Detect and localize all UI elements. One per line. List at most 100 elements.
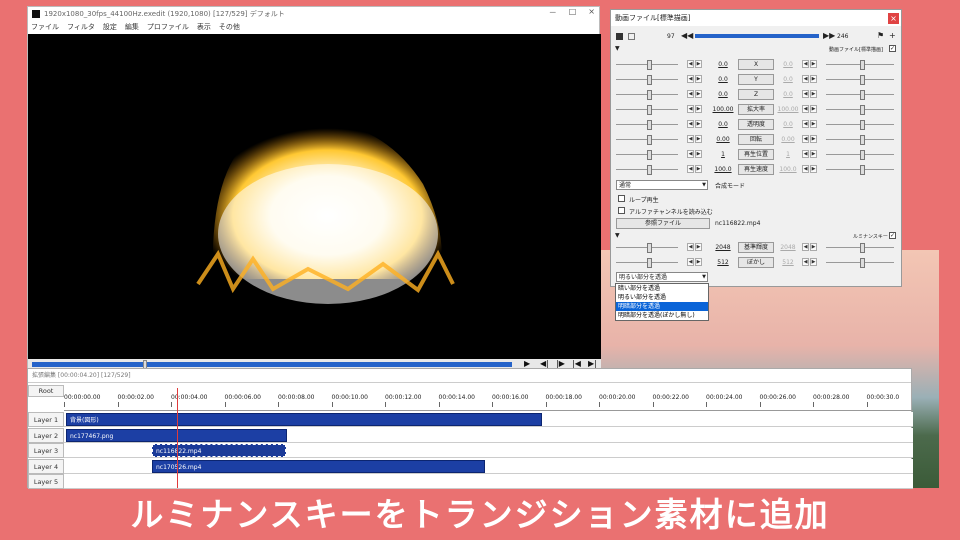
seek-track[interactable] xyxy=(32,362,512,367)
right-slider[interactable] xyxy=(826,105,894,115)
param-button[interactable]: 回転 xyxy=(738,134,774,145)
playhead[interactable] xyxy=(177,388,178,488)
right-slider[interactable] xyxy=(826,150,894,160)
dropdown-option[interactable]: 暗い部分を透過 xyxy=(616,284,708,293)
right-stepper[interactable]: ◀ ▶ xyxy=(802,135,817,143)
right-slider[interactable] xyxy=(826,165,894,175)
left-value[interactable]: 0.0 xyxy=(711,121,735,128)
time-ruler[interactable]: 00:00:00.00 00:00:02.00 00:00:04.00 00:00:0… xyxy=(64,384,913,411)
layer-label[interactable]: Layer 2 xyxy=(28,427,64,443)
param-button[interactable]: 再生速度 xyxy=(738,164,774,175)
maximize-button[interactable]: □ xyxy=(569,7,577,18)
left-stepper[interactable]: ◀ ▶ xyxy=(687,105,702,113)
menu-profile[interactable]: プロファイル xyxy=(147,22,189,32)
right-stepper[interactable]: ◀ ▶ xyxy=(802,120,817,128)
section1-enable-checkbox[interactable]: ✓ xyxy=(889,45,896,52)
timeline-clip[interactable]: 背景(図形) xyxy=(66,413,542,426)
properties-close-button[interactable]: × xyxy=(888,13,899,24)
right-slider[interactable] xyxy=(826,243,894,253)
right-stepper[interactable]: ◀ ▶ xyxy=(802,258,817,266)
left-value[interactable]: 0.0 xyxy=(711,61,735,68)
layer-label[interactable]: Layer 5 xyxy=(28,474,64,489)
left-slider[interactable] xyxy=(616,135,678,145)
left-stepper[interactable]: ◀ ▶ xyxy=(687,150,702,158)
layer-label[interactable]: Layer 3 xyxy=(28,443,64,458)
layer-row[interactable] xyxy=(64,474,913,489)
loop-checkbox[interactable] xyxy=(618,195,625,202)
start-icon[interactable]: |◀ xyxy=(572,359,581,368)
param-button[interactable]: 拡大率 xyxy=(738,104,774,115)
left-slider[interactable] xyxy=(616,258,678,268)
menu-file[interactable]: ファイル xyxy=(31,22,59,32)
left-slider[interactable] xyxy=(616,120,678,130)
left-stepper[interactable]: ◀ ▶ xyxy=(687,60,702,68)
minimize-button[interactable]: － xyxy=(549,7,557,18)
right-stepper[interactable]: ◀ ▶ xyxy=(802,165,817,173)
right-slider[interactable] xyxy=(826,90,894,100)
alpha-checkbox[interactable] xyxy=(618,207,625,214)
left-slider[interactable] xyxy=(616,75,678,85)
left-value[interactable]: 0.00 xyxy=(711,136,735,143)
right-stepper[interactable]: ◀ ▶ xyxy=(802,90,817,98)
next-frame-icon[interactable]: ▶▶ xyxy=(823,31,835,40)
dropdown-option-selected[interactable]: 明暗部分を透過 xyxy=(616,302,708,311)
left-value[interactable]: 1 xyxy=(711,151,735,158)
left-stepper[interactable]: ◀ ▶ xyxy=(687,90,702,98)
next-frame-icon[interactable]: |▶ xyxy=(556,359,565,368)
frame-range-bar[interactable] xyxy=(695,34,819,38)
left-value[interactable]: 0.0 xyxy=(711,76,735,83)
end-icon[interactable]: ▶| xyxy=(588,359,597,368)
timeline-clip[interactable]: nc170526.mp4 xyxy=(152,459,485,473)
left-slider[interactable] xyxy=(616,150,678,160)
left-value[interactable]: 512 xyxy=(711,259,735,266)
left-stepper[interactable]: ◀ ▶ xyxy=(687,135,702,143)
prev-frame-icon[interactable]: ◀| xyxy=(540,359,549,368)
menu-filter[interactable]: フィルタ xyxy=(67,22,95,32)
right-slider[interactable] xyxy=(826,120,894,130)
layer-label[interactable]: Layer 1 xyxy=(28,412,64,427)
prev-frame-icon[interactable]: ◀◀ xyxy=(681,31,693,40)
param-button[interactable]: 再生位置 xyxy=(738,149,774,160)
menu-other[interactable]: その他 xyxy=(219,22,240,32)
root-button[interactable]: Root xyxy=(28,385,64,397)
left-stepper[interactable]: ◀ ▶ xyxy=(687,75,702,83)
right-slider[interactable] xyxy=(826,75,894,85)
layer-label[interactable]: Layer 4 xyxy=(28,458,64,474)
left-slider[interactable] xyxy=(616,165,678,175)
right-stepper[interactable]: ◀ ▶ xyxy=(802,75,817,83)
left-value[interactable]: 100.00 xyxy=(711,106,735,113)
right-slider[interactable] xyxy=(826,258,894,268)
layer-row[interactable]: nc116822.mp4 xyxy=(64,443,913,458)
menu-view[interactable]: 表示 xyxy=(197,22,211,32)
left-slider[interactable] xyxy=(616,105,678,115)
left-value[interactable]: 0.0 xyxy=(711,91,735,98)
menu-edit[interactable]: 編集 xyxy=(125,22,139,32)
left-value[interactable]: 100.0 xyxy=(711,166,735,173)
right-slider[interactable] xyxy=(826,135,894,145)
left-stepper[interactable]: ◀ ▶ xyxy=(687,165,702,173)
right-slider[interactable] xyxy=(826,60,894,70)
section2-collapse-icon[interactable]: ▼ xyxy=(615,232,620,239)
layer-row[interactable]: nc177467.png xyxy=(64,427,913,443)
left-slider[interactable] xyxy=(616,243,678,253)
right-stepper[interactable]: ◀ ▶ xyxy=(802,150,817,158)
param-button[interactable]: ぼかし xyxy=(738,257,774,268)
add-filter-icon[interactable]: + xyxy=(889,31,896,40)
dropdown-option[interactable]: 明るい部分を透過 xyxy=(616,293,708,302)
left-stepper[interactable]: ◀ ▶ xyxy=(687,120,702,128)
param-button[interactable]: 基準輝度 xyxy=(738,242,774,253)
layer-row[interactable]: 背景(図形) xyxy=(64,412,913,427)
grid-icon[interactable] xyxy=(616,33,623,40)
lock-icon[interactable]: ⚑ xyxy=(877,31,884,40)
luma-mode-select[interactable]: 明るい部分を透過 ▼ xyxy=(616,272,708,282)
right-stepper[interactable]: ◀ ▶ xyxy=(802,60,817,68)
left-value[interactable]: 2048 xyxy=(711,244,735,251)
layer-row[interactable]: nc170526.mp4 xyxy=(64,458,913,474)
left-stepper[interactable]: ◀ ▶ xyxy=(687,258,702,266)
right-stepper[interactable]: ◀ ▶ xyxy=(802,105,817,113)
left-slider[interactable] xyxy=(616,60,678,70)
camera-icon[interactable] xyxy=(628,33,635,40)
dropdown-option[interactable]: 明暗部分を透過(ぼかし無し) xyxy=(616,311,708,320)
section2-enable-checkbox[interactable]: ✓ xyxy=(889,232,896,239)
param-button[interactable]: Y xyxy=(738,74,774,85)
